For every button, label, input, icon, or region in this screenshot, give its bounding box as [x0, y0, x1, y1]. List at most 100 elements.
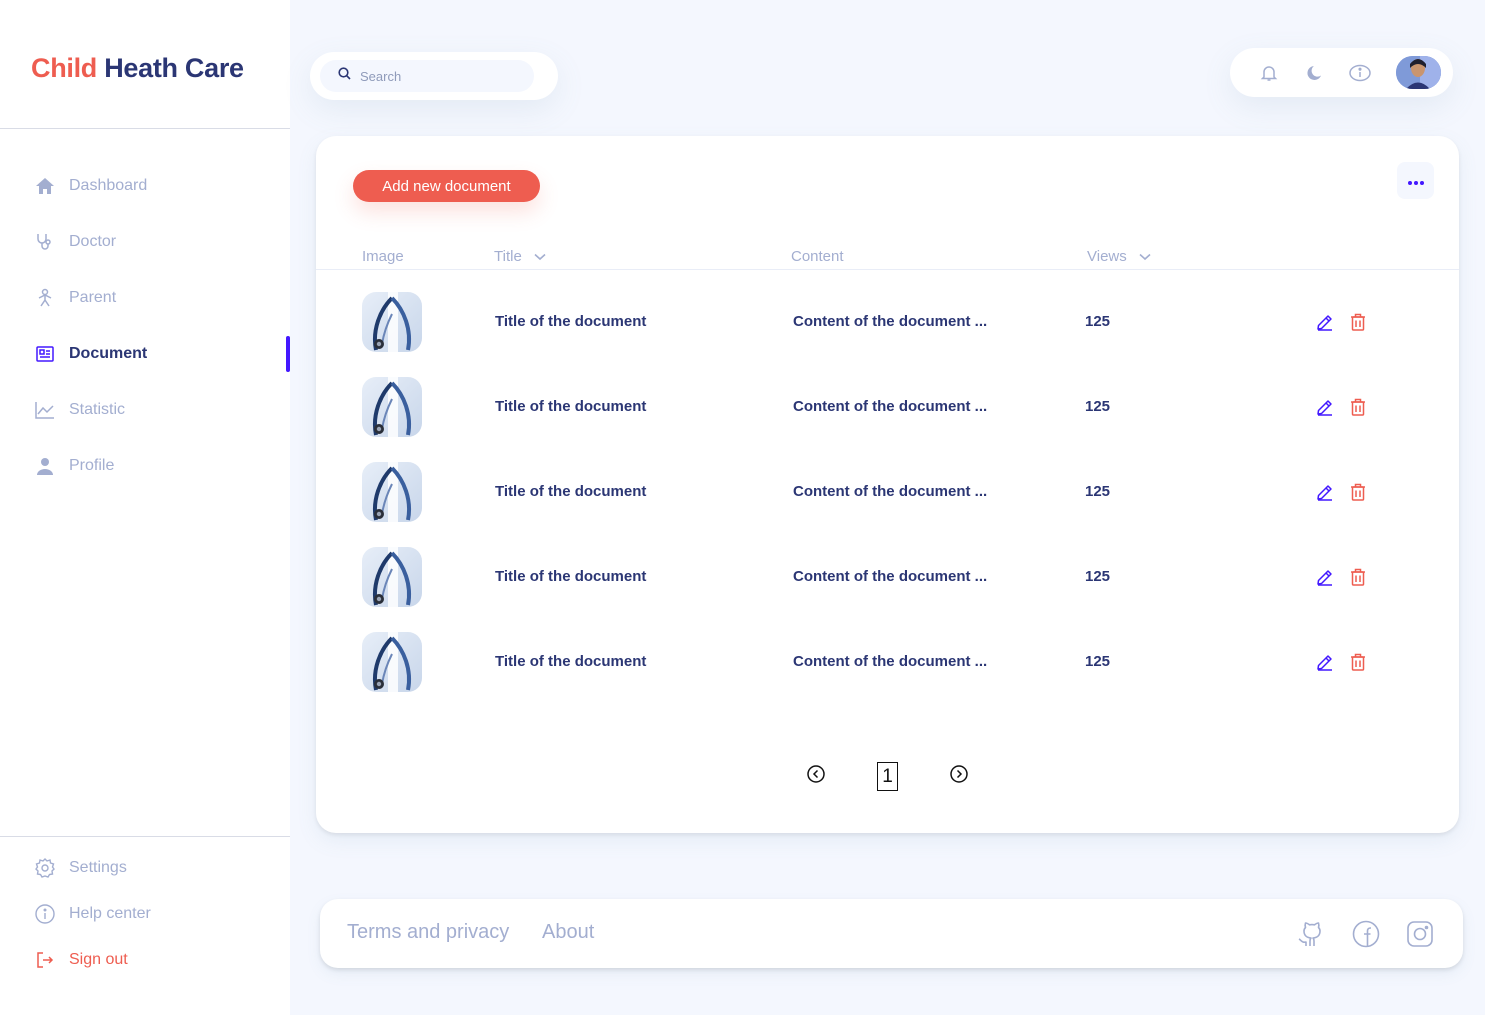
- info-icon[interactable]: [1349, 62, 1371, 84]
- column-header-label: Views: [1087, 248, 1127, 265]
- add-new-document-button[interactable]: Add new document: [353, 170, 540, 202]
- sidebar-item-label: Doctor: [69, 233, 117, 250]
- document-thumbnail: [362, 547, 422, 607]
- gear-icon: [34, 857, 56, 879]
- sidebar-item-label: Document: [69, 345, 148, 362]
- table-header-divider: [316, 269, 1459, 270]
- document-views: 125: [1085, 653, 1111, 670]
- terms-and-privacy-link[interactable]: Terms and privacy: [347, 921, 509, 944]
- delete-icon[interactable]: [1349, 653, 1367, 671]
- document-title: Title of the document: [495, 313, 647, 330]
- chevron-down-icon: [1139, 253, 1151, 261]
- column-header-label: Image: [362, 248, 404, 265]
- delete-icon[interactable]: [1349, 313, 1367, 331]
- sign-out-button[interactable]: Sign out: [34, 948, 128, 972]
- column-header-label: Content: [791, 248, 844, 265]
- sidebar-item-label: Settings: [69, 859, 127, 876]
- delete-icon[interactable]: [1349, 398, 1367, 416]
- next-page-button[interactable]: [949, 764, 969, 788]
- document-views: 125: [1085, 398, 1111, 415]
- table-row: Title of the document Content of the docu…: [316, 632, 1459, 692]
- table-row: Title of the document Content of the docu…: [316, 292, 1459, 352]
- home-icon: [34, 175, 56, 197]
- brand-part-1: Child: [31, 53, 97, 83]
- sidebar-item-label: Statistic: [69, 401, 126, 418]
- active-indicator: [286, 336, 290, 372]
- document-views: 125: [1085, 483, 1111, 500]
- delete-icon[interactable]: [1349, 568, 1367, 586]
- sidebar-item-label: Profile: [69, 457, 115, 474]
- brand-part-2: Heath Care: [104, 53, 244, 83]
- search-field[interactable]: [320, 60, 534, 92]
- avatar[interactable]: [1396, 56, 1441, 89]
- more-options-button[interactable]: [1397, 162, 1434, 199]
- chevron-left-circle-icon: [807, 764, 825, 788]
- delete-icon[interactable]: [1349, 483, 1367, 501]
- document-title: Title of the document: [495, 653, 647, 670]
- search-bar: [310, 52, 558, 100]
- facebook-icon[interactable]: [1351, 919, 1381, 949]
- sidebar-item-profile[interactable]: Profile: [34, 454, 114, 478]
- document-content: Content of the document ...: [793, 313, 988, 330]
- edit-icon[interactable]: [1316, 483, 1334, 501]
- sidebar-item-parent[interactable]: Parent: [34, 286, 116, 310]
- document-title: Title of the document: [495, 568, 647, 585]
- document-title: Title of the document: [495, 398, 647, 415]
- instagram-icon[interactable]: [1405, 919, 1435, 949]
- document-thumbnail: [362, 377, 422, 437]
- stethoscope-icon: [34, 231, 56, 253]
- table-row: Title of the document Content of the docu…: [316, 377, 1459, 437]
- document-thumbnail: [362, 462, 422, 522]
- column-header-views[interactable]: Views: [1087, 248, 1151, 265]
- github-icon[interactable]: [1295, 919, 1325, 949]
- search-icon: [338, 67, 351, 85]
- sidebar-item-label: Help center: [69, 905, 151, 922]
- column-header-content: Content: [791, 248, 844, 265]
- chevron-down-icon: [534, 253, 546, 261]
- sidebar-item-document[interactable]: Document: [34, 342, 147, 366]
- column-header-title[interactable]: Title: [494, 248, 546, 265]
- document-content: Content of the document ...: [793, 653, 988, 670]
- info-icon: [34, 903, 56, 925]
- sidebar-item-label: Parent: [69, 289, 117, 306]
- document-icon: [34, 343, 56, 365]
- top-right-actions: [1230, 48, 1453, 97]
- sidebar-divider: [0, 836, 290, 837]
- edit-icon[interactable]: [1316, 568, 1334, 586]
- brand-logo[interactable]: Child Heath Care: [31, 53, 244, 84]
- document-content: Content of the document ...: [793, 483, 988, 500]
- column-header-image: Image: [362, 248, 404, 265]
- table-row: Title of the document Content of the docu…: [316, 462, 1459, 522]
- sign-out-icon: [34, 949, 56, 971]
- sidebar-item-label: Dashboard: [69, 177, 148, 194]
- sidebar-divider: [0, 128, 290, 129]
- current-page[interactable]: 1: [877, 762, 898, 791]
- user-icon: [34, 455, 56, 477]
- edit-icon[interactable]: [1316, 653, 1334, 671]
- chart-line-icon: [34, 399, 56, 421]
- documents-card: Add new document Image Title Content Vie…: [316, 136, 1459, 833]
- table-row: Title of the document Content of the docu…: [316, 547, 1459, 607]
- previous-page-button[interactable]: [806, 764, 826, 788]
- bell-icon[interactable]: [1258, 62, 1280, 84]
- more-horizontal-icon: [1407, 172, 1424, 190]
- edit-icon[interactable]: [1316, 398, 1334, 416]
- document-content: Content of the document ...: [793, 398, 988, 415]
- sidebar-item-label: Sign out: [69, 951, 128, 968]
- footer: Terms and privacy About: [320, 899, 1463, 968]
- sidebar-item-dashboard[interactable]: Dashboard: [34, 174, 147, 198]
- edit-icon[interactable]: [1316, 313, 1334, 331]
- document-thumbnail: [362, 292, 422, 352]
- moon-icon[interactable]: [1304, 62, 1326, 84]
- sidebar-item-settings[interactable]: Settings: [34, 856, 127, 880]
- sidebar-item-doctor[interactable]: Doctor: [34, 230, 116, 254]
- person-icon: [34, 287, 56, 309]
- about-link[interactable]: About: [542, 921, 594, 944]
- search-input[interactable]: [360, 68, 520, 84]
- document-thumbnail: [362, 632, 422, 692]
- sidebar-item-help-center[interactable]: Help center: [34, 902, 151, 926]
- document-content: Content of the document ...: [793, 568, 988, 585]
- sidebar: Child Heath Care Dashboard Doctor Parent…: [0, 0, 290, 1015]
- sidebar-item-statistic[interactable]: Statistic: [34, 398, 125, 422]
- chevron-right-circle-icon: [950, 764, 968, 788]
